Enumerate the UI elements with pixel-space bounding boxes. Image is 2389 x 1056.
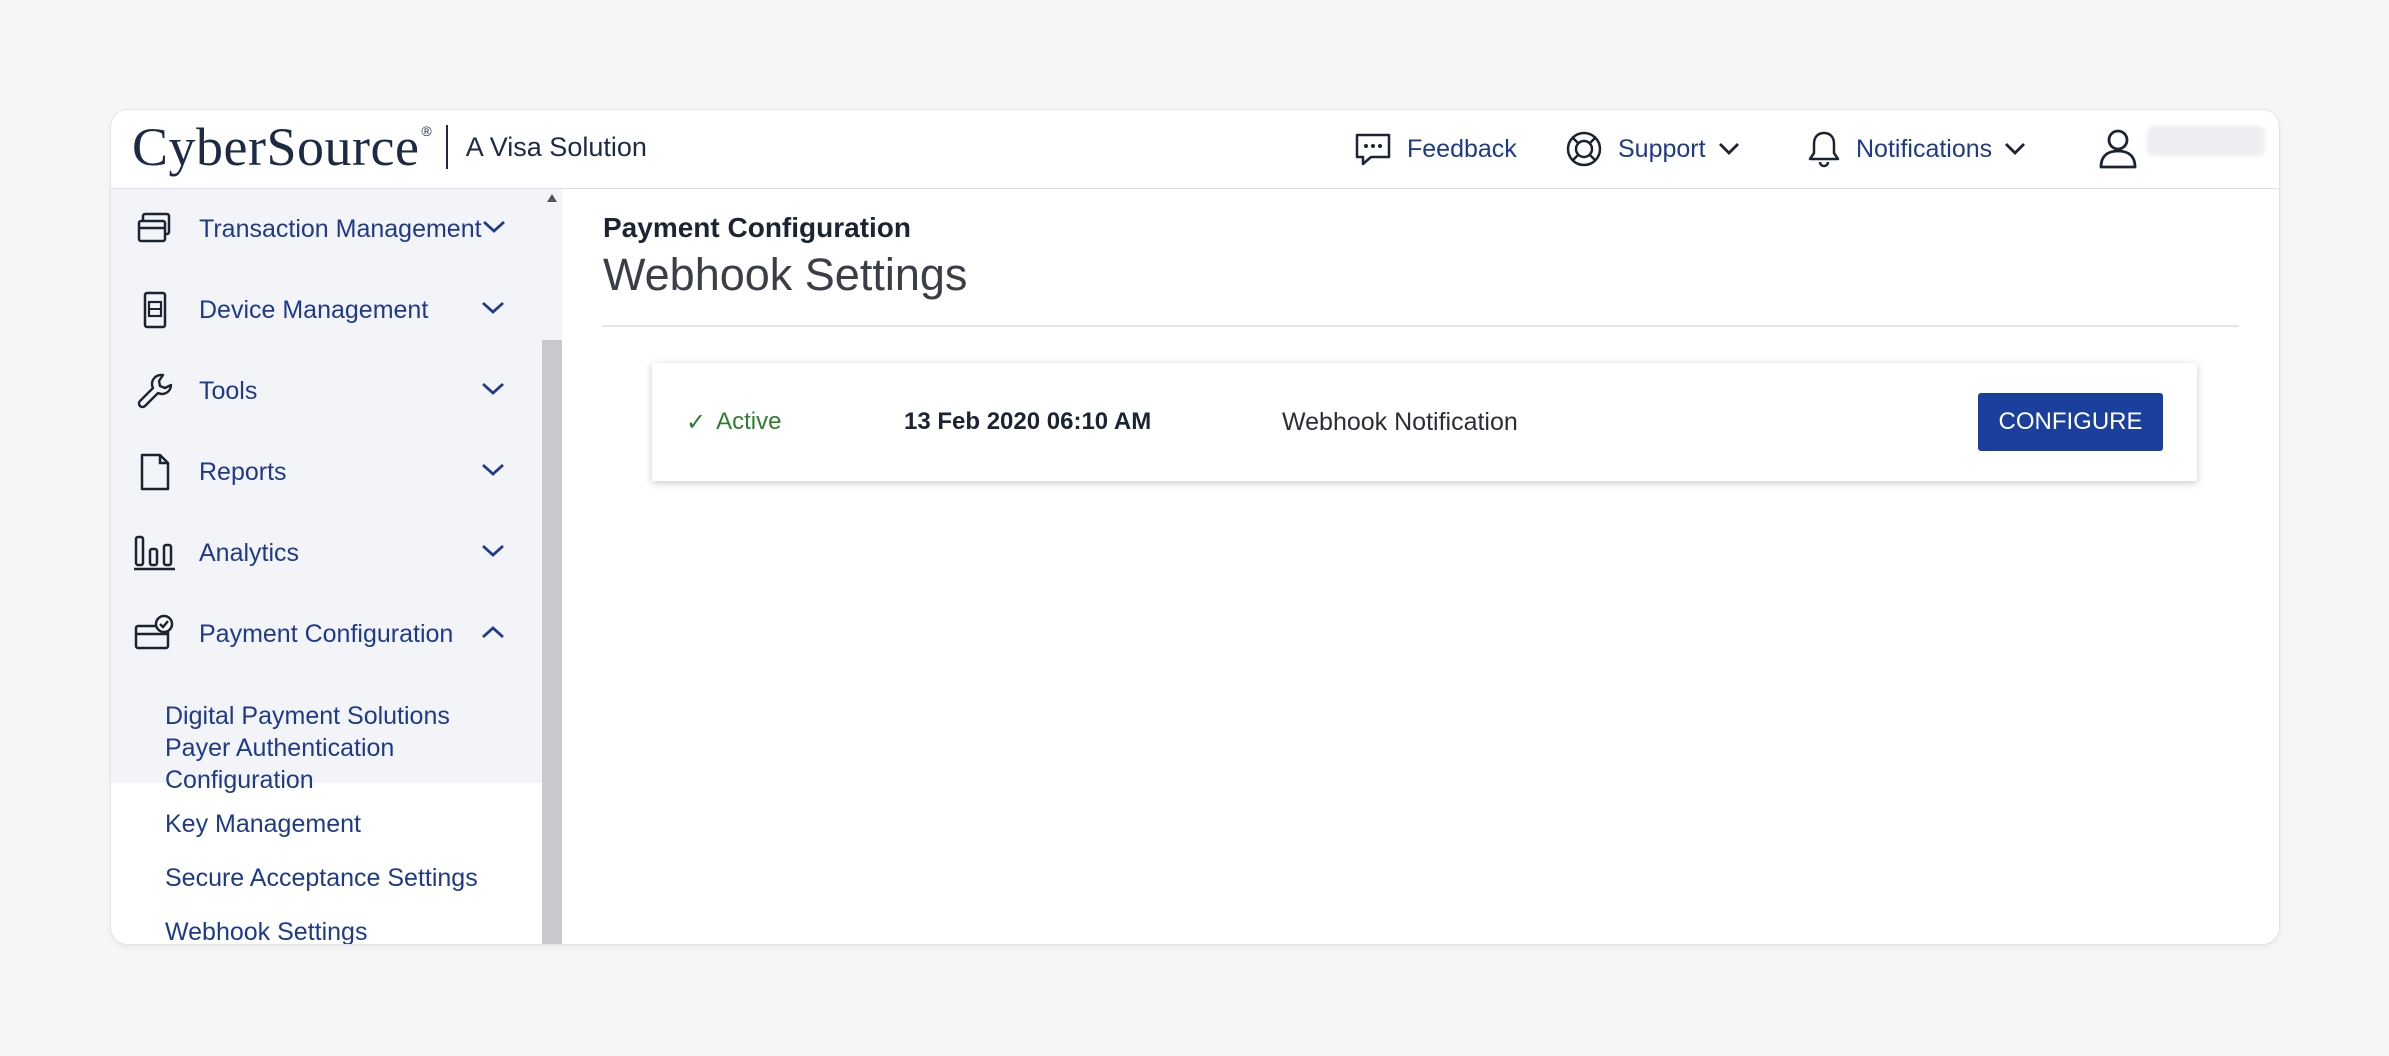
feedback-icon xyxy=(1353,129,1393,169)
subnav-secure-acceptance-settings[interactable]: Secure Acceptance Settings xyxy=(165,862,478,894)
bell-icon xyxy=(1806,129,1842,169)
top-header: CyberSource ® A Visa Solution Feedback S… xyxy=(111,110,2279,189)
sidebar-nav: Transaction Management Device Management… xyxy=(111,189,542,944)
chevron-down-icon xyxy=(481,300,505,321)
user-menu[interactable] xyxy=(2097,110,2139,188)
device-icon xyxy=(133,288,177,332)
sidebar-item-label: Analytics xyxy=(199,538,300,567)
subnav-digital-payment-solutions[interactable]: Digital Payment Solutions xyxy=(165,700,450,732)
page-title: Webhook Settings xyxy=(603,249,968,300)
sidebar-item-analytics[interactable]: Analytics xyxy=(111,513,542,593)
chevron-down-icon xyxy=(2004,142,2026,156)
chevron-down-icon xyxy=(481,462,505,483)
sidebar-item-label: Payment Configuration xyxy=(199,619,454,648)
sidebar-item-transaction-management[interactable]: Transaction Management xyxy=(111,189,542,269)
status-label: Active xyxy=(716,408,782,435)
app-window: CyberSource ® A Visa Solution Feedback S… xyxy=(110,109,2280,945)
status-badge: ✓ Active xyxy=(686,363,781,481)
sidebar-item-tools[interactable]: Tools xyxy=(111,351,542,431)
configure-button[interactable]: CONFIGURE xyxy=(1978,393,2163,451)
logo-registered-mark: ® xyxy=(421,123,432,139)
sidebar-item-device-management[interactable]: Device Management xyxy=(111,270,542,350)
webhook-timestamp: 13 Feb 2020 06:10 AM xyxy=(904,408,1152,435)
sidebar-item-label: Reports xyxy=(199,457,287,486)
breadcrumb: Payment Configuration xyxy=(603,212,912,243)
chevron-down-icon xyxy=(481,543,505,564)
chevron-down-icon xyxy=(481,381,505,402)
wrench-icon xyxy=(133,369,177,413)
chevron-down-icon xyxy=(1718,142,1740,156)
card-check-icon xyxy=(133,612,177,656)
bar-chart-icon xyxy=(133,531,177,575)
lifebuoy-icon xyxy=(1564,129,1604,169)
feedback-label: Feedback xyxy=(1407,134,1517,163)
logo-divider xyxy=(445,125,448,169)
subnav-payer-authentication-configuration[interactable]: Configuration xyxy=(165,764,314,796)
sidebar-item-label: Tools xyxy=(199,376,258,405)
notifications-menu[interactable]: Notifications xyxy=(1806,110,2026,188)
logo-text: CyberSource xyxy=(132,117,420,177)
user-icon xyxy=(2097,127,2139,171)
webhook-card: ✓ Active 13 Feb 2020 06:10 AM Webhook No… xyxy=(652,363,2197,481)
webhook-name: Webhook Notification xyxy=(1282,407,1518,436)
scroll-up-arrow-icon[interactable] xyxy=(547,194,557,202)
notifications-label: Notifications xyxy=(1856,134,1993,163)
sidebar-item-reports[interactable]: Reports xyxy=(111,432,542,512)
sidebar-scrollbar-thumb[interactable] xyxy=(542,340,562,944)
subnav-webhook-settings[interactable]: Webhook Settings xyxy=(165,916,367,944)
feedback-button[interactable]: Feedback xyxy=(1353,110,1517,188)
subnav-key-management[interactable]: Key Management xyxy=(165,808,361,840)
subnav-payer-authentication[interactable]: Payer Authentication xyxy=(165,732,394,764)
chevron-down-icon xyxy=(482,219,506,240)
card-stack-icon xyxy=(133,207,177,251)
sidebar-item-label: Device Management xyxy=(199,295,429,324)
sidebar-item-label: Transaction Management xyxy=(199,214,482,243)
main-content xyxy=(562,189,2279,944)
support-label: Support xyxy=(1618,134,1706,163)
logo-subtitle: A Visa Solution xyxy=(465,131,647,162)
chevron-up-icon xyxy=(481,624,505,645)
sidebar-item-payment-configuration[interactable]: Payment Configuration xyxy=(111,594,542,674)
title-divider xyxy=(602,325,2239,327)
checkmark-icon: ✓ xyxy=(686,408,707,436)
document-icon xyxy=(133,450,177,494)
support-menu[interactable]: Support xyxy=(1564,110,1740,188)
cybersource-logo[interactable]: CyberSource ® A Visa Solution xyxy=(132,112,647,182)
username-redacted xyxy=(2147,126,2265,156)
